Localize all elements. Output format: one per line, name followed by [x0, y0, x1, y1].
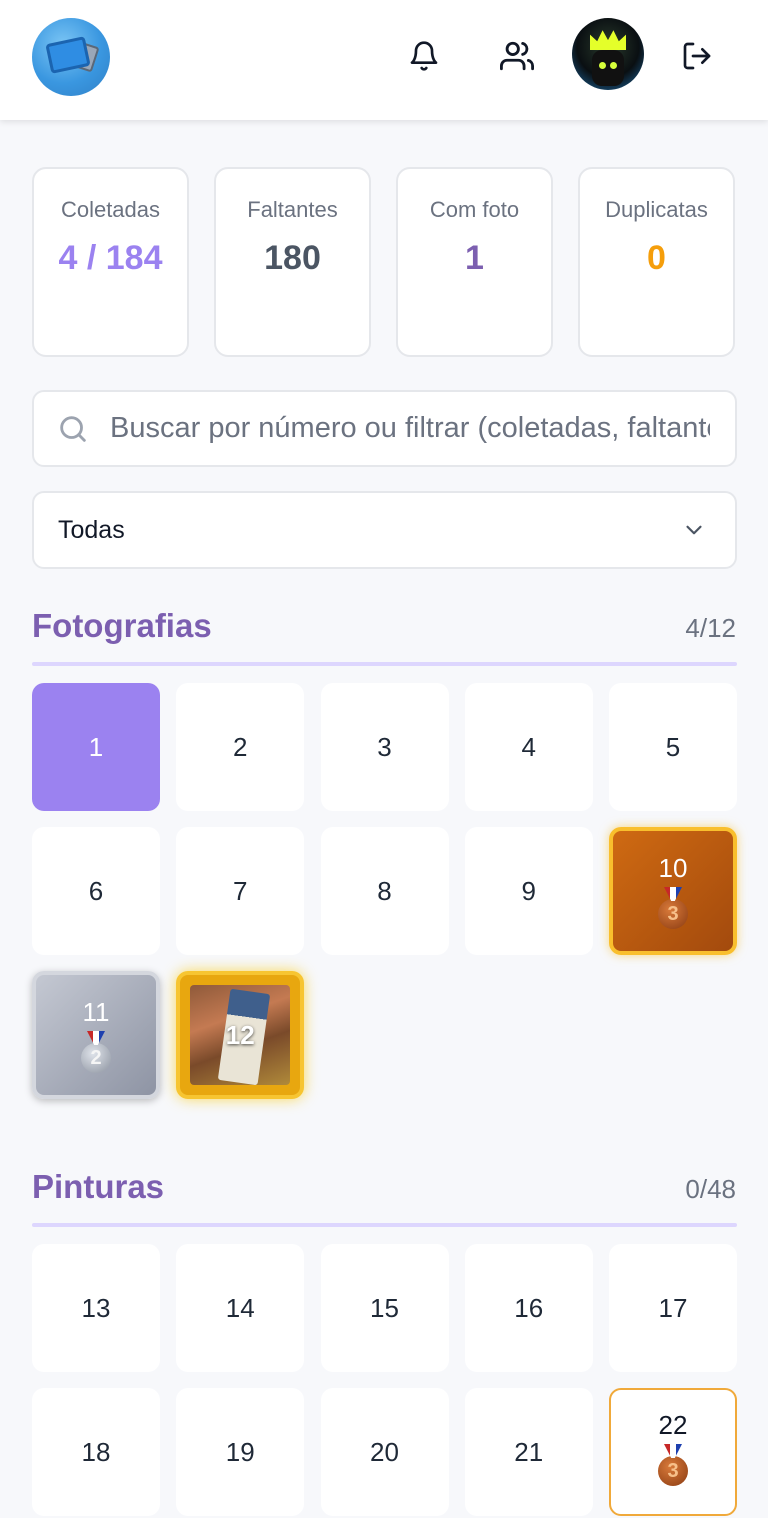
sticker-number: 11: [82, 997, 110, 1027]
search-box: [32, 390, 737, 467]
sticker-13[interactable]: 13: [32, 1244, 160, 1372]
medal-rank: 3: [658, 899, 688, 929]
sticker-number: 5: [665, 732, 681, 762]
stat-value: 4 / 184: [58, 239, 163, 277]
sticker-19[interactable]: 19: [176, 1388, 305, 1516]
stat-value: 0: [647, 239, 666, 277]
section-title-fotografias: Fotografias: [32, 607, 212, 644]
logout-icon[interactable]: [677, 36, 717, 76]
stat-label: Duplicatas: [605, 197, 708, 222]
sticker-number: 18: [81, 1437, 111, 1467]
sticker-15[interactable]: 15: [320, 1244, 449, 1372]
sticker-number: 15: [370, 1293, 399, 1323]
section-title-pinturas: Pinturas: [32, 1168, 165, 1205]
sticker-number: 1: [88, 732, 104, 762]
stat-card-com-foto: Com foto 1: [396, 167, 553, 357]
section-count-fotografias: 4/12: [685, 613, 736, 643]
sticker-3[interactable]: 3: [320, 683, 449, 811]
sticker-number: 2: [233, 732, 248, 762]
sticker-4[interactable]: 4: [464, 683, 593, 811]
sticker-16[interactable]: 16: [464, 1244, 593, 1372]
sticker-22[interactable]: 22 3: [609, 1388, 737, 1516]
sticker-number: 7: [233, 876, 248, 906]
stat-card-faltantes: Faltantes 180: [214, 167, 371, 357]
sticker-number: 21: [514, 1437, 544, 1467]
stat-value: 180: [264, 239, 321, 277]
bell-icon[interactable]: [404, 36, 444, 76]
medal-rank: 3: [658, 1456, 688, 1486]
stat-label: Faltantes: [247, 197, 338, 222]
users-icon[interactable]: [497, 36, 537, 76]
sticker-number: 19: [225, 1437, 255, 1467]
section-divider: [32, 662, 737, 666]
medal-icon: 3: [658, 887, 688, 929]
stat-label: Coletadas: [60, 197, 161, 222]
sticker-number: 22: [658, 1410, 688, 1440]
sticker-14[interactable]: 14: [176, 1244, 305, 1372]
top-header: [0, 0, 768, 120]
sticker-2[interactable]: 2: [176, 683, 305, 811]
sticker-number: 10: [658, 853, 688, 883]
sticker-grid-pinturas: 13 14 15 16 17 18 19 20 21 22 3: [32, 1244, 737, 1516]
stat-card-duplicatas: Duplicatas 0: [578, 167, 735, 357]
sticker-21[interactable]: 21: [464, 1388, 593, 1516]
sticker-20[interactable]: 20: [320, 1388, 449, 1516]
sticker-number: 13: [81, 1293, 111, 1323]
section-divider: [32, 1223, 737, 1227]
sticker-grid-fotografias: 1 2 3 4 5 6 7 8 9 10 3 11 2 12: [32, 683, 737, 1099]
section-count-pinturas: 0/48: [685, 1174, 736, 1204]
sticker-1[interactable]: 1: [32, 683, 160, 811]
sticker-9[interactable]: 9: [464, 827, 593, 955]
stat-card-coletadas: Coletadas 4 / 184: [32, 167, 189, 357]
chevron-down-icon: [686, 525, 702, 535]
sticker-11[interactable]: 11 2: [32, 971, 160, 1099]
sticker-number: 6: [88, 876, 104, 906]
sticker-number: 4: [521, 732, 536, 762]
search-input[interactable]: [110, 412, 710, 445]
filter-select[interactable]: Todas: [32, 491, 737, 569]
sticker-number: 17: [658, 1293, 688, 1323]
stat-value: 1: [465, 239, 484, 277]
sticker-number: 16: [514, 1293, 544, 1323]
filter-select-value: Todas: [58, 515, 125, 544]
sticker-number: 8: [377, 876, 392, 906]
stat-label: Com foto: [429, 197, 520, 222]
search-icon: [60, 415, 86, 442]
medal-icon: 3: [658, 1444, 688, 1486]
medal-icon: 2: [81, 1031, 111, 1073]
sticker-18[interactable]: 18: [32, 1388, 160, 1516]
sticker-12[interactable]: 12: [176, 971, 305, 1099]
sticker-number: 3: [377, 732, 392, 762]
sticker-17[interactable]: 17: [609, 1244, 737, 1372]
user-avatar[interactable]: [572, 18, 644, 90]
sticker-7[interactable]: 7: [176, 827, 305, 955]
sticker-10[interactable]: 10 3: [609, 827, 737, 955]
sticker-5[interactable]: 5: [609, 683, 737, 811]
sticker-number: 12: [225, 1020, 255, 1050]
sticker-number: 9: [521, 876, 536, 906]
medal-rank: 2: [81, 1043, 111, 1073]
app-logo[interactable]: [32, 18, 110, 96]
sticker-number: 14: [225, 1293, 255, 1323]
sticker-6[interactable]: 6: [32, 827, 160, 955]
sticker-number: 20: [370, 1437, 399, 1467]
sticker-8[interactable]: 8: [320, 827, 449, 955]
